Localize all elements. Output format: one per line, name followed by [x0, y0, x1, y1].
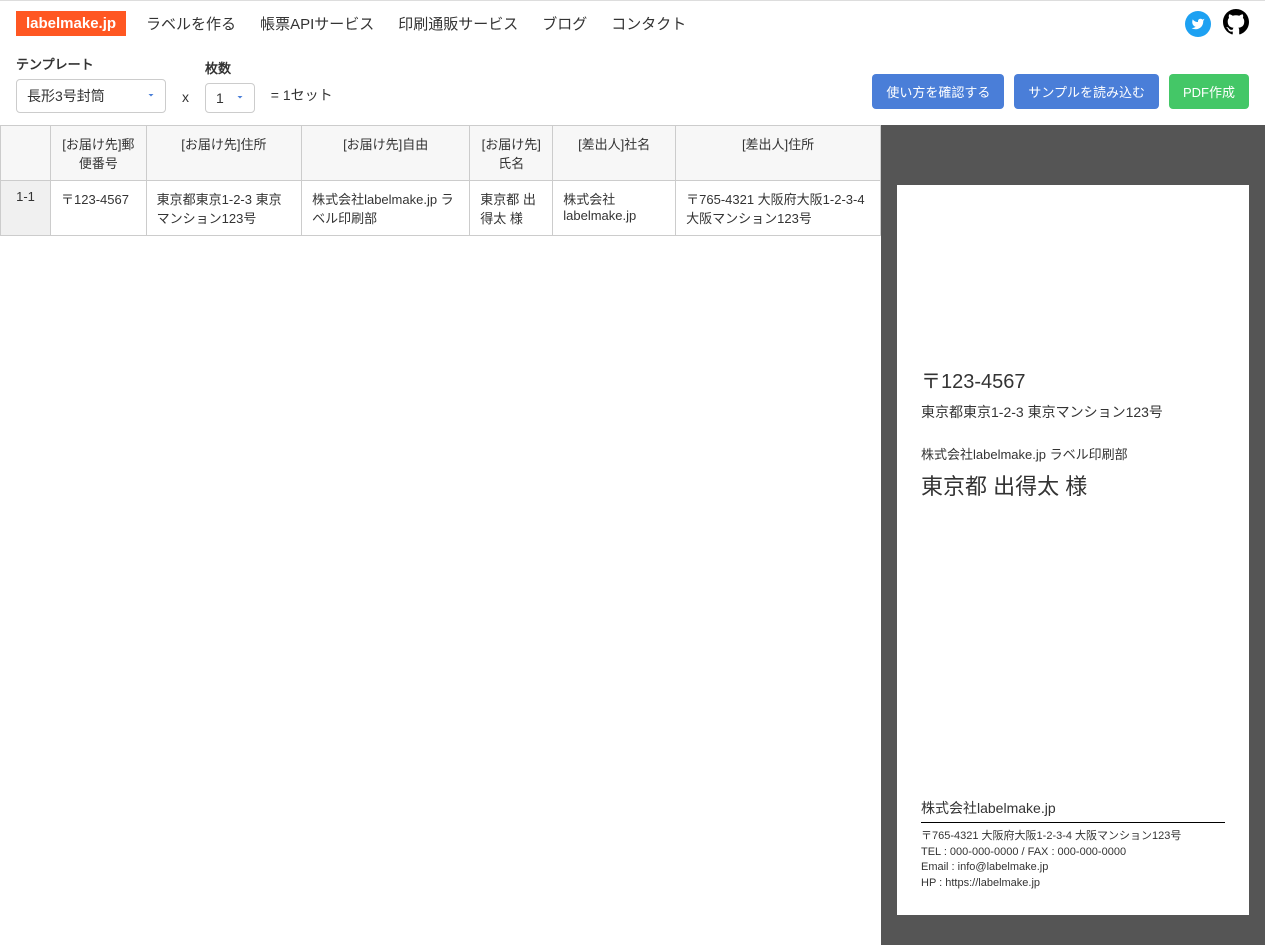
chevron-down-icon — [234, 90, 246, 106]
cell-sender-address[interactable]: 〒765-4321 大阪府大阪1-2-3-4 大阪マンション123号 — [676, 181, 881, 236]
data-table: [お届け先]郵便番号 [お届け先]住所 [お届け先]自由 [お届け先]氏名 [差… — [0, 125, 881, 236]
cell-postal[interactable]: 〒123-4567 — [51, 181, 147, 236]
logo[interactable]: labelmake.jp — [16, 11, 126, 36]
cell-address[interactable]: 東京都東京1-2-3 東京マンション123号 — [146, 181, 301, 236]
sample-button[interactable]: サンプルを読み込む — [1014, 74, 1159, 109]
chevron-down-icon — [145, 88, 157, 104]
table-header: [お届け先]氏名 — [470, 126, 553, 181]
preview-address: 東京都東京1-2-3 東京マンション123号 — [921, 402, 1225, 422]
template-control: テンプレート 長形3号封筒 — [16, 54, 166, 113]
table-header: [お届け先]自由 — [302, 126, 470, 181]
table-header — [1, 126, 51, 181]
nav-api-service[interactable]: 帳票APIサービス — [260, 13, 374, 34]
table-header: [お届け先]住所 — [146, 126, 301, 181]
table-header: [お届け先]郵便番号 — [51, 126, 147, 181]
count-control: 枚数 1 — [205, 58, 255, 113]
preview-sender-company: 株式会社labelmake.jp — [921, 798, 1225, 818]
preview-sender-tel: TEL : 000-000-0000 / FAX : 000-000-0000 — [921, 845, 1225, 860]
nav-print-service[interactable]: 印刷通販サービス — [398, 13, 518, 34]
template-select[interactable]: 長形3号封筒 — [16, 79, 166, 113]
nav-links: ラベルを作る 帳票APIサービス 印刷通販サービス ブログ コンタクト — [146, 13, 1165, 34]
preview-area: 〒123-4567 東京都東京1-2-3 東京マンション123号 株式会社lab… — [881, 125, 1265, 945]
count-value: 1 — [216, 90, 224, 106]
table-area: [お届け先]郵便番号 [お届け先]住所 [お届け先]自由 [お届け先]氏名 [差… — [0, 125, 881, 945]
main-area: [お届け先]郵便番号 [お届け先]住所 [お届け先]自由 [お届け先]氏名 [差… — [0, 125, 1265, 945]
count-label: 枚数 — [205, 58, 255, 77]
preview-sender-address: 〒765-4321 大阪府大阪1-2-3-4 大阪マンション123号 — [921, 829, 1225, 844]
header: labelmake.jp ラベルを作る 帳票APIサービス 印刷通販サービス ブ… — [0, 1, 1265, 46]
cell-name[interactable]: 東京都 出得太 様 — [470, 181, 553, 236]
preview-free: 株式会社labelmake.jp ラベル印刷部 — [921, 444, 1225, 463]
nav-make-label[interactable]: ラベルを作る — [146, 13, 236, 34]
table-row[interactable]: 1-1 〒123-4567 東京都東京1-2-3 東京マンション123号 株式会… — [1, 181, 881, 236]
controls-row: テンプレート 長形3号封筒 x 枚数 1 = 1セット 使い方を確認する サンプ… — [0, 46, 1265, 125]
cell-sender-company[interactable]: 株式会社labelmake.jp — [553, 181, 676, 236]
preview-name: 東京都 出得太 様 — [921, 469, 1225, 501]
usage-button[interactable]: 使い方を確認する — [872, 74, 1004, 109]
cell-free[interactable]: 株式会社labelmake.jp ラベル印刷部 — [302, 181, 470, 236]
twitter-icon[interactable] — [1185, 11, 1211, 37]
multiply-text: x — [182, 89, 189, 113]
preview-sender-email: Email : info@labelmake.jp — [921, 860, 1225, 875]
table-header: [差出人]住所 — [676, 126, 881, 181]
divider — [921, 822, 1225, 823]
github-icon[interactable] — [1223, 9, 1249, 38]
template-label: テンプレート — [16, 54, 166, 73]
social-icons — [1185, 9, 1249, 38]
set-text: = 1セット — [271, 85, 333, 113]
row-number: 1-1 — [1, 181, 51, 236]
nav-contact[interactable]: コンタクト — [611, 13, 686, 34]
count-select[interactable]: 1 — [205, 83, 255, 113]
pdf-button[interactable]: PDF作成 — [1169, 74, 1249, 109]
nav-blog[interactable]: ブログ — [542, 13, 587, 34]
preview-sender-hp: HP : https://labelmake.jp — [921, 876, 1225, 891]
table-header-row: [お届け先]郵便番号 [お届け先]住所 [お届け先]自由 [お届け先]氏名 [差… — [1, 126, 881, 181]
envelope-preview: 〒123-4567 東京都東京1-2-3 東京マンション123号 株式会社lab… — [897, 185, 1249, 915]
table-header: [差出人]社名 — [553, 126, 676, 181]
preview-postal: 〒123-4567 — [921, 365, 1225, 394]
template-value: 長形3号封筒 — [27, 88, 105, 104]
action-buttons: 使い方を確認する サンプルを読み込む PDF作成 — [872, 74, 1249, 113]
